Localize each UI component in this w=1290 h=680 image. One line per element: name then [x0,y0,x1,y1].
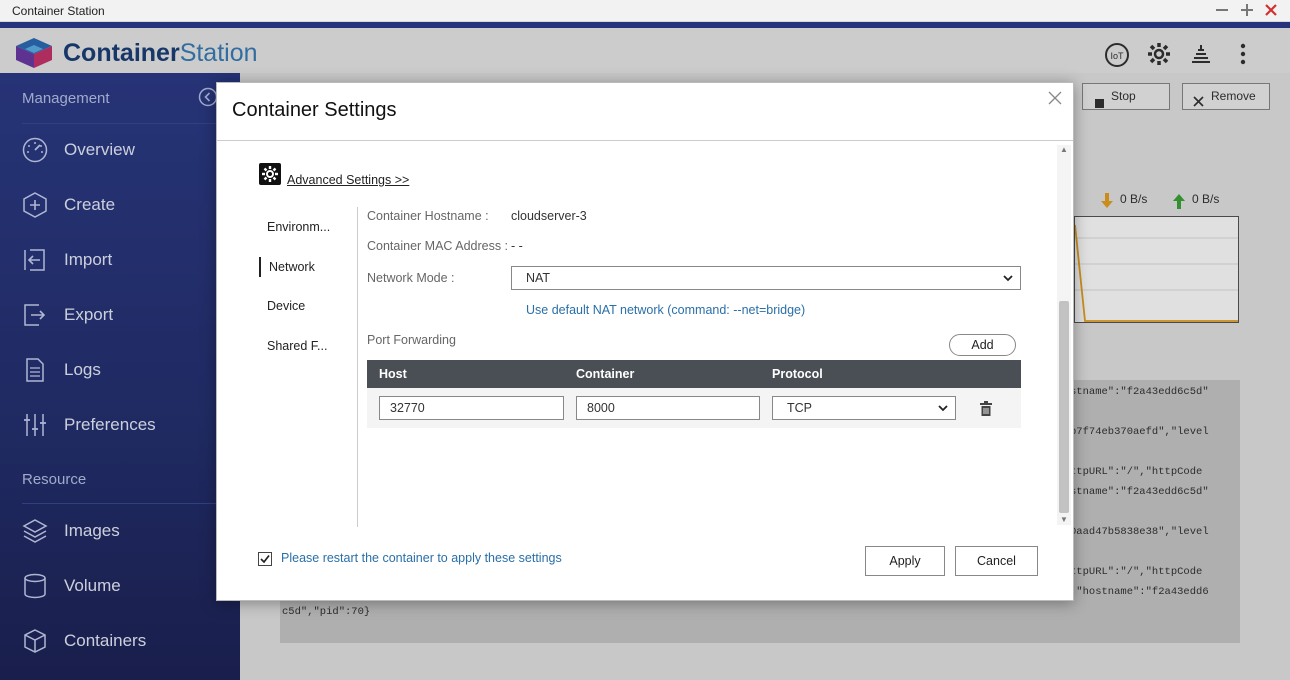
tab-shared-folders[interactable]: Shared F... [259,336,349,356]
window-titlebar: Container Station [0,0,1290,22]
tab-network[interactable]: Network [259,257,349,277]
window-title: Container Station [12,4,105,18]
minimize-button[interactable] [1212,1,1232,21]
container-settings-dialog: Container Settings ▲ ▼ Advanced Settings… [216,82,1074,601]
network-mode-value: NAT [526,271,551,285]
host-port-input[interactable]: 32770 [379,396,564,420]
tabs-divider [357,207,358,527]
chevron-down-icon [1002,268,1014,296]
column-container: Container [576,367,635,381]
dialog-divider [217,140,1073,141]
advanced-settings-gear-icon [259,163,281,188]
port-table-header: Host Container Protocol [367,360,1021,388]
hostname-label: Container Hostname : [367,209,489,223]
tab-device[interactable]: Device [259,296,349,316]
apply-button[interactable]: Apply [865,546,945,576]
scrollbar-thumb[interactable] [1059,301,1069,513]
column-protocol: Protocol [772,367,823,381]
network-mode-label: Network Mode : [367,271,455,285]
port-forwarding-label: Port Forwarding [367,333,456,347]
chevron-down-icon [937,398,949,426]
maximize-button[interactable] [1237,1,1257,21]
dialog-title: Container Settings [232,99,397,121]
close-window-button[interactable] [1261,1,1281,21]
dialog-scrollbar[interactable]: ▲ ▼ [1057,145,1071,525]
dialog-close-button[interactable] [1045,89,1065,109]
restart-notice: Please restart the container to apply th… [281,551,562,565]
mac-address-label: Container MAC Address : [367,239,509,253]
nat-network-hint: Use default NAT network (command: --net=… [526,303,806,317]
scroll-down-icon[interactable]: ▼ [1057,515,1071,525]
add-port-button[interactable]: Add [949,334,1016,356]
network-mode-select[interactable]: NAT [511,266,1021,290]
scroll-up-icon[interactable]: ▲ [1057,145,1071,155]
protocol-select[interactable]: TCP [772,396,956,420]
trash-icon[interactable] [979,401,993,419]
table-row: 32770 8000 TCP [367,388,1021,428]
tab-environment[interactable]: Environm... [259,217,349,237]
cancel-button[interactable]: Cancel [955,546,1038,576]
protocol-value: TCP [787,401,812,415]
column-host: Host [379,367,407,381]
advanced-settings-link[interactable]: Advanced Settings >> [287,173,409,187]
hostname-value: cloudserver-3 [511,209,587,223]
container-port-input[interactable]: 8000 [576,396,760,420]
restart-checkbox[interactable] [258,552,272,569]
mac-address-value: - - [511,239,523,253]
